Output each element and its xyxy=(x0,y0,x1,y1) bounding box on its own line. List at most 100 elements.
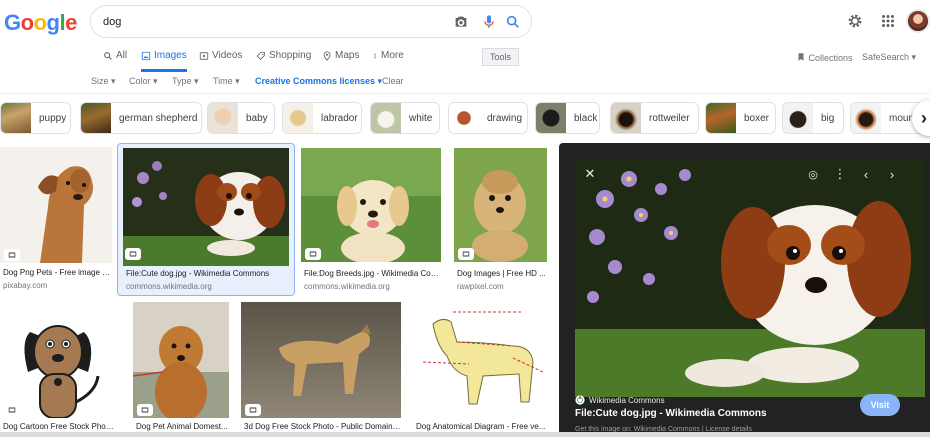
tab-images[interactable]: Images xyxy=(141,50,187,72)
header-divider xyxy=(0,93,930,94)
filter-license[interactable]: Creative Commons licenses ▾ xyxy=(255,76,382,87)
result-caption[interactable]: Dog Images | Free HD ... xyxy=(457,269,549,278)
filter-type[interactable]: Type ▾ xyxy=(172,76,199,87)
filter-clear[interactable]: Clear xyxy=(382,76,404,86)
chip-label: white xyxy=(409,112,433,124)
chip-label: german shepherd xyxy=(119,112,198,124)
logo-letter: e xyxy=(65,10,77,35)
tools-button[interactable]: Tools xyxy=(482,48,519,66)
visit-button[interactable]: Visit xyxy=(860,394,900,416)
result-image[interactable] xyxy=(301,148,441,262)
result-caption[interactable]: File:Cute dog.jpg - Wikimedia Commons xyxy=(126,269,290,278)
image-result[interactable]: Dog Pet Animal Domest... xyxy=(133,302,231,432)
logo-letter: o xyxy=(33,10,47,35)
chip-boxer[interactable]: boxer xyxy=(705,102,776,134)
filter-color[interactable]: Color ▾ xyxy=(129,76,158,87)
filter-time[interactable]: Time ▾ xyxy=(213,76,240,87)
chip-thumbnail xyxy=(611,103,641,133)
chip-label: labrador xyxy=(321,112,358,124)
chip-label: black xyxy=(574,112,598,124)
chip-thumbnail xyxy=(536,103,566,133)
logo-letter: G xyxy=(4,10,21,35)
tag-icon xyxy=(256,51,265,60)
result-image[interactable] xyxy=(241,302,401,418)
result-source: pixabay.com xyxy=(3,281,48,290)
safesearch-toggle[interactable]: SafeSearch ▾ xyxy=(862,52,916,63)
chip-thumbnail xyxy=(449,103,479,133)
result-caption[interactable]: 3d Dog Free Stock Photo - Public Domain … xyxy=(244,422,401,431)
close-icon[interactable]: ✕ xyxy=(581,165,599,183)
chip-german-shepherd[interactable]: german shepherd xyxy=(80,102,202,134)
more-vert-icon[interactable]: ⋮ xyxy=(831,165,849,183)
result-caption[interactable]: Dog Pet Animal Domest... xyxy=(136,422,231,431)
chip-label: rottweiler xyxy=(649,112,690,124)
chip-big[interactable]: big xyxy=(782,102,844,134)
result-image[interactable] xyxy=(0,302,114,418)
apps-grid-icon[interactable] xyxy=(879,12,897,30)
tab-label: Shopping xyxy=(269,50,312,61)
lens-icon[interactable]: ◎ xyxy=(804,165,822,183)
tab-maps[interactable]: Maps xyxy=(322,50,359,72)
chip-rottweiler[interactable]: rottweiler xyxy=(610,102,699,134)
google-logo[interactable]: Google xyxy=(4,10,77,36)
preview-image[interactable] xyxy=(575,159,925,397)
result-image[interactable] xyxy=(413,302,549,418)
chevron-right-icon[interactable]: › xyxy=(883,165,901,183)
microphone-icon[interactable] xyxy=(481,14,497,30)
result-image[interactable] xyxy=(133,302,229,418)
image-badge-icon xyxy=(245,404,261,416)
filter-size[interactable]: Size ▾ xyxy=(91,76,116,87)
chip-thumbnail xyxy=(1,103,31,133)
image-icon xyxy=(141,51,151,61)
image-preview-panel: ✕ ◎ ⋮ ‹ › Wikimedia Commons File:Cute do… xyxy=(559,143,930,437)
image-badge-icon xyxy=(458,248,474,260)
chip-black[interactable]: black xyxy=(535,102,600,134)
puppy-photo xyxy=(123,148,289,266)
image-result[interactable]: 3d Dog Free Stock Photo - Public Domain … xyxy=(241,302,403,432)
search-input[interactable] xyxy=(103,13,433,31)
result-source: commons.wikimedia.org xyxy=(304,282,390,291)
tab-shopping[interactable]: Shopping xyxy=(256,50,311,72)
preview-title[interactable]: File:Cute dog.jpg - Wikimedia Commons xyxy=(575,408,767,419)
avatar[interactable] xyxy=(906,9,930,33)
tab-videos[interactable]: Videos xyxy=(199,50,242,72)
chip-label: puppy xyxy=(39,112,67,124)
search-icon xyxy=(104,52,112,60)
result-caption[interactable]: Dog Png Pets - Free image o... xyxy=(3,268,111,277)
tab-all[interactable]: All xyxy=(103,50,127,72)
chip-labrador[interactable]: labrador xyxy=(282,102,362,134)
search-box[interactable] xyxy=(90,5,532,38)
search-tabs: All Images Videos Shopping Maps More xyxy=(0,50,930,72)
image-badge-icon xyxy=(305,248,321,260)
result-caption[interactable]: File:Dog Breeds.jpg - Wikimedia Com... xyxy=(304,269,444,278)
chip-drawing[interactable]: drawing xyxy=(448,102,528,134)
gear-icon[interactable] xyxy=(846,12,864,30)
chip-thumbnail xyxy=(371,103,401,133)
result-caption[interactable]: Dog Anatomical Diagram - Free ve... xyxy=(416,422,550,431)
chip-white[interactable]: white xyxy=(370,102,440,134)
collections-link[interactable]: Collections xyxy=(796,52,853,63)
result-image[interactable] xyxy=(123,148,289,266)
dog-illustration xyxy=(38,166,93,263)
result-image[interactable] xyxy=(454,148,547,262)
image-result[interactable]: File:Dog Breeds.jpg - Wikimedia Com... c… xyxy=(301,148,445,293)
image-result[interactable]: Dog Png Pets - Free image o... pixabay.c… xyxy=(0,147,114,292)
chip-baby[interactable]: baby xyxy=(207,102,275,134)
image-result[interactable]: Dog Anatomical Diagram - Free ve... xyxy=(413,302,551,432)
search-icon[interactable] xyxy=(505,14,521,30)
chip-puppy[interactable]: puppy xyxy=(0,102,71,134)
preview-source[interactable]: Wikimedia Commons xyxy=(575,395,665,405)
golden-retriever-photo xyxy=(133,302,229,418)
camera-icon[interactable] xyxy=(453,14,469,30)
golden-puppy-photo xyxy=(301,148,441,262)
chevron-left-icon[interactable]: ‹ xyxy=(857,165,875,183)
3d-dog-render xyxy=(241,302,401,418)
tab-more[interactable]: More xyxy=(372,50,404,72)
result-image[interactable] xyxy=(0,147,112,263)
result-caption[interactable]: Dog Cartoon Free Stock Photo ... xyxy=(3,422,115,431)
preview-source-label: Wikimedia Commons xyxy=(589,395,665,405)
image-result[interactable]: Dog Images | Free HD ... rawpixel.com xyxy=(454,148,550,293)
image-result-selected[interactable]: File:Cute dog.jpg - Wikimedia Commons co… xyxy=(117,143,295,296)
chip-thumbnail xyxy=(706,103,736,133)
image-result[interactable]: Dog Cartoon Free Stock Photo ... xyxy=(0,302,118,432)
